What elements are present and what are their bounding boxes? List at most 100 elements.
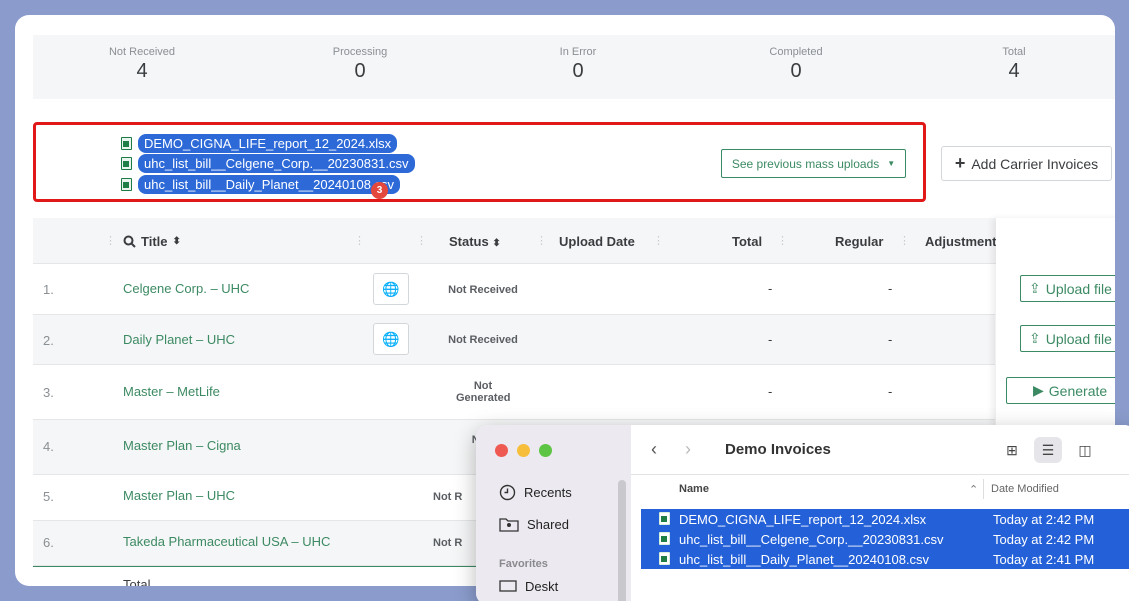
file-row-selected[interactable]: DEMO_CIGNA_LIFE_report_12_2024.xlsx Toda… (641, 509, 1129, 529)
generate-label: Generate (1048, 382, 1108, 399)
sidebar-item-label: Recents (524, 485, 572, 500)
drag-count-badge: 3 (371, 182, 388, 199)
status-column-header[interactable]: Status ⬍ (449, 234, 501, 249)
favorites-heading: Favorites (499, 558, 548, 570)
row-number: 1. (43, 282, 54, 297)
upload-icon: ⇪ (1029, 330, 1041, 346)
total-value: - (768, 384, 773, 399)
invoice-title-link[interactable]: Takeda Pharmaceutical USA – UHC (123, 534, 330, 549)
upload-date-column-header[interactable]: Upload Date (559, 234, 635, 249)
file-date: Today at 2:41 PM (993, 552, 1095, 567)
stat-value: 4 (1008, 60, 1020, 82)
invoice-title-link[interactable]: Daily Planet – UHC (123, 332, 235, 347)
upload-file-button[interactable]: ⇪ Upload file (1020, 325, 1115, 352)
title-header-label: Title (141, 234, 168, 249)
upload-file-label: Upload file (1045, 330, 1112, 347)
status-text: Not R (433, 537, 463, 549)
regular-value: - (888, 332, 893, 347)
name-column-header[interactable]: Name (679, 483, 709, 495)
row-number: 4. (43, 439, 54, 454)
sort-icon: ⬍ (492, 238, 501, 249)
finder-sidebar: Recents Shared Favorites Deskt (476, 425, 631, 601)
close-window-button[interactable] (495, 444, 508, 457)
upload-file-button[interactable]: ⇪ Upload file (1020, 275, 1115, 302)
table-row[interactable]: 3. Master – MetLife Not Generated - - (33, 365, 995, 420)
table-row[interactable]: 1. Celgene Corp. – UHC 🌐 Not Received - … (33, 264, 995, 315)
finder-toolbar: ‹ › Demo Invoices ⊞ ☰ ◫ (631, 425, 1129, 475)
regular-column-header[interactable]: Regular (835, 234, 883, 249)
total-value: - (768, 281, 773, 296)
file-row-selected[interactable]: uhc_list_bill__Daily_Planet__20240108.cs… (641, 549, 1129, 569)
plus-icon: + (954, 153, 966, 173)
row-number: 3. (43, 385, 54, 400)
column-resize-handle[interactable]: ⋮ (653, 234, 664, 247)
back-chevron-icon[interactable]: ‹ (651, 439, 657, 460)
column-view-icon[interactable]: ◫ (1071, 437, 1099, 463)
sort-icon: ⬍ (172, 236, 181, 247)
date-modified-column-header[interactable]: Date Modified (991, 483, 1059, 495)
status-text: Not Generated (456, 380, 511, 404)
minimize-window-button[interactable] (517, 444, 530, 457)
desktop-icon (499, 579, 517, 592)
sidebar-item-desktop[interactable]: Deskt (499, 579, 558, 594)
stat-completed[interactable]: Completed 0 (687, 35, 905, 99)
sidebar-item-shared[interactable]: Shared (499, 516, 569, 532)
adjustment-column-header[interactable]: Adjustment (925, 234, 997, 249)
column-resize-handle[interactable]: ⋮ (105, 234, 116, 247)
add-carrier-invoices-button[interactable]: + Add Carrier Invoices (941, 146, 1112, 181)
stat-not-received[interactable]: Not Received 4 (33, 35, 251, 99)
grid-view-icon[interactable]: ⊞ (998, 437, 1026, 463)
column-resize-handle[interactable]: ⋮ (899, 234, 910, 247)
spreadsheet-icon (659, 552, 670, 565)
row-number: 2. (43, 333, 54, 348)
column-resize-handle[interactable]: ⋮ (777, 234, 788, 247)
sidebar-item-label: Shared (527, 516, 569, 532)
search-icon (123, 235, 136, 248)
file-list-header: Name ⌃ Date Modified (631, 475, 1129, 503)
total-column-header[interactable]: Total (732, 234, 762, 249)
previous-uploads-dropdown[interactable]: See previous mass uploads ▼ (721, 149, 906, 178)
row-number: 5. (43, 489, 54, 504)
globe-icon[interactable]: 🌐 (373, 273, 409, 305)
shared-folder-icon (499, 518, 519, 532)
spreadsheet-icon (659, 512, 670, 525)
stat-value: 0 (354, 60, 366, 82)
zoom-window-button[interactable] (539, 444, 552, 457)
column-resize-handle[interactable]: ⋮ (416, 234, 427, 247)
column-resize-handle[interactable]: ⋮ (354, 234, 365, 247)
regular-value: - (888, 384, 893, 399)
globe-icon[interactable]: 🌐 (373, 323, 409, 355)
column-resize-handle[interactable]: ⋮ (536, 234, 547, 247)
dragged-file: uhc_list_bill__Celgene_Corp.__20230831.c… (121, 154, 415, 173)
previous-uploads-label: See previous mass uploads (731, 156, 880, 171)
stat-processing[interactable]: Processing 0 (251, 35, 469, 99)
invoice-title-link[interactable]: Celgene Corp. – UHC (123, 281, 249, 296)
sidebar-item-recents[interactable]: Recents (499, 484, 572, 501)
status-text: Not Received (448, 284, 518, 296)
dragged-file-name: DEMO_CIGNA_LIFE_report_12_2024.xlsx (138, 134, 398, 153)
sort-chevron-up-icon: ⌃ (969, 484, 979, 496)
footer-total-label: Total (123, 577, 151, 586)
play-icon: ▶ (1033, 382, 1044, 398)
generate-button[interactable]: ▶ Generate (1006, 377, 1115, 404)
invoice-title-link[interactable]: Master Plan – Cigna (123, 438, 241, 453)
folder-title: Demo Invoices (725, 441, 831, 458)
stat-in-error[interactable]: In Error 0 (469, 35, 687, 99)
title-column-header[interactable]: Title ⬍ (123, 234, 181, 249)
stat-label: In Error (559, 46, 597, 58)
status-text: Not R (433, 491, 463, 503)
table-row[interactable]: 2. Daily Planet – UHC 🌐 Not Received - - (33, 315, 995, 365)
forward-chevron-icon[interactable]: › (685, 439, 691, 460)
dragged-file-name: uhc_list_bill__Celgene_Corp.__20230831.c… (138, 154, 415, 173)
stat-value: 0 (790, 60, 802, 82)
invoice-title-link[interactable]: Master – MetLife (123, 384, 220, 399)
list-view-icon[interactable]: ☰ (1034, 437, 1062, 463)
add-carrier-label: Add Carrier Invoices (971, 155, 1099, 172)
spreadsheet-icon (121, 178, 132, 191)
invoice-title-link[interactable]: Master Plan – UHC (123, 488, 235, 503)
stat-total[interactable]: Total 4 (905, 35, 1115, 99)
sidebar-item-label: Deskt (525, 579, 559, 594)
file-row-selected[interactable]: uhc_list_bill__Celgene_Corp.__20230831.c… (641, 529, 1129, 549)
sidebar-scrollbar[interactable] (618, 480, 626, 601)
dragged-file-name: uhc_list_bill__Daily_Planet__20240108.cs… (138, 175, 401, 194)
